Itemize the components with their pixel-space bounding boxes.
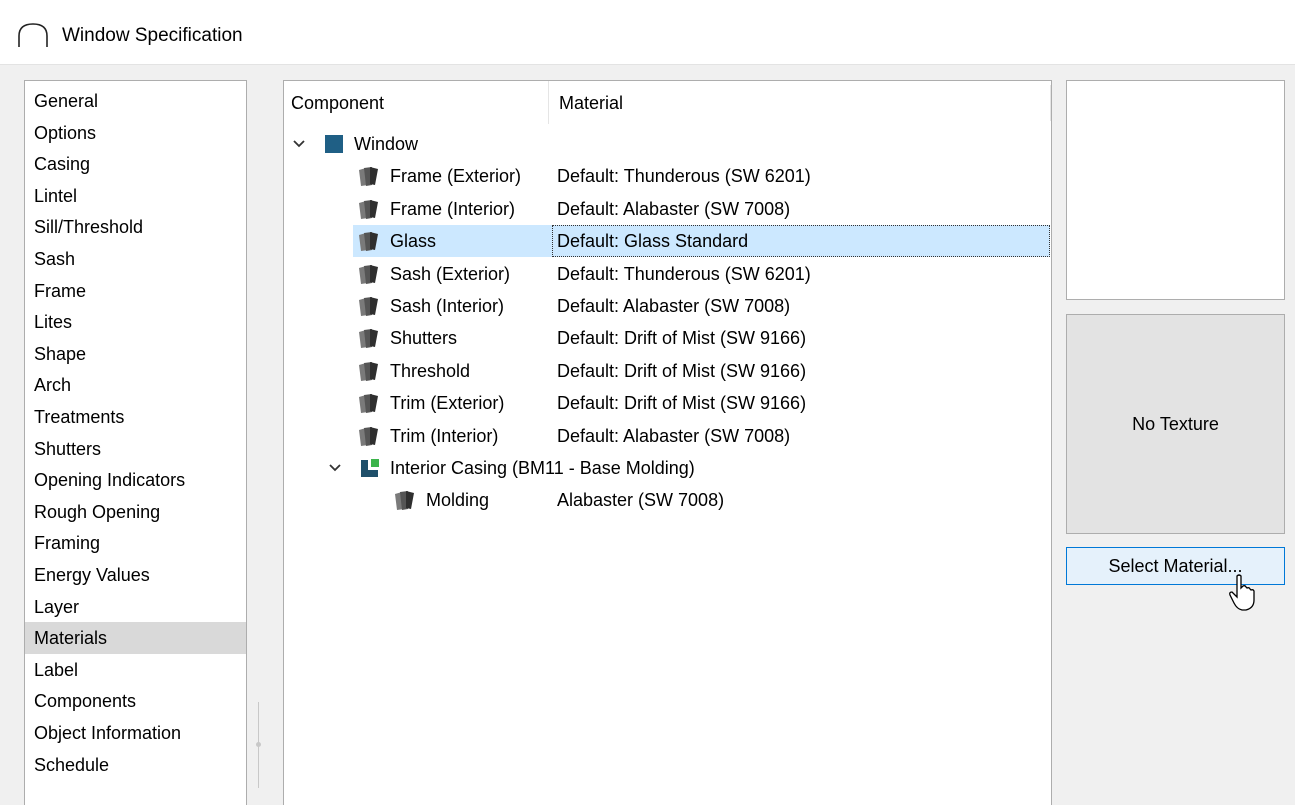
category-sash[interactable]: Sash — [25, 243, 246, 275]
category-options[interactable]: Options — [25, 117, 246, 149]
category-opening-indicators[interactable]: Opening Indicators — [25, 464, 246, 496]
material-name: Default: Thunderous (SW 6201) — [557, 166, 811, 187]
material-name: Default: Alabaster (SW 7008) — [557, 425, 791, 446]
category-casing[interactable]: Casing — [25, 148, 246, 180]
material-name: Alabaster (SW 7008) — [557, 490, 725, 511]
material-swatch-icon — [359, 426, 378, 446]
component-name: Molding — [426, 490, 490, 511]
tree-row[interactable]: Sash (Exterior) Default: Thunderous (SW 6… — [284, 258, 1051, 290]
chevron-down-icon[interactable] — [289, 134, 309, 154]
tree-row[interactable]: Glass Default: Glass Standard — [284, 225, 1051, 258]
component-name: Glass — [390, 231, 437, 252]
category-object-information[interactable]: Object Information — [25, 717, 246, 749]
category-shape[interactable]: Shape — [25, 338, 246, 370]
category-components[interactable]: Components — [25, 685, 246, 717]
chevron-down-icon[interactable] — [325, 458, 345, 478]
column-header-component[interactable]: Component — [284, 81, 549, 124]
category-list[interactable]: General Options Casing Lintel Sill/Threshold… — [24, 80, 247, 805]
component-name: Sash (Interior) — [390, 296, 505, 316]
window-icon — [325, 135, 343, 153]
header-divider — [1050, 85, 1051, 121]
mouse-cursor-icon — [1229, 574, 1255, 611]
materials-tree[interactable]: Component Material Window Frame (Exterior… — [283, 80, 1052, 805]
material-swatch-icon — [359, 167, 378, 187]
category-materials[interactable]: Materials — [25, 622, 246, 655]
column-header-material[interactable]: Material — [550, 81, 1050, 124]
material-swatch-icon — [359, 199, 378, 219]
category-shutters[interactable]: Shutters — [25, 433, 246, 465]
material-swatch-icon — [395, 491, 414, 511]
category-general[interactable]: General — [25, 85, 246, 117]
material-swatch-icon — [359, 329, 378, 349]
category-arch[interactable]: Arch — [25, 369, 246, 401]
tree-row[interactable]: Trim (Exterior) Default: Drift of Mist (S… — [284, 387, 1051, 419]
material-swatch-icon — [359, 264, 378, 284]
material-name: Default: Alabaster (SW 7008) — [557, 296, 791, 316]
window-title: Window Specification — [62, 25, 243, 46]
material-swatch-icon — [359, 297, 378, 316]
category-sill-threshold[interactable]: Sill/Threshold — [25, 211, 246, 243]
component-name: Window — [354, 134, 419, 154]
tree-row[interactable]: Shutters Default: Drift of Mist (SW 9166) — [284, 322, 1051, 354]
category-lintel[interactable]: Lintel — [25, 180, 246, 212]
component-name: Threshold — [390, 360, 471, 381]
tree-group-row[interactable]: Window — [284, 128, 1051, 160]
category-layer[interactable]: Layer — [25, 591, 246, 623]
category-treatments[interactable]: Treatments — [25, 401, 246, 433]
tree-group-row[interactable]: Interior Casing (BM11 - Base Molding) — [284, 452, 1051, 484]
material-name: Default: Drift of Mist (SW 9166) — [557, 393, 807, 414]
splitter-handle[interactable] — [256, 702, 261, 788]
tree-row[interactable]: Trim (Interior) Default: Alabaster (SW 70… — [284, 420, 1051, 452]
category-frame[interactable]: Frame — [25, 275, 246, 307]
material-name: Default: Drift of Mist (SW 9166) — [557, 328, 807, 349]
component-name: Frame (Interior) — [390, 198, 516, 219]
material-swatch-icon — [359, 232, 378, 252]
title-bar: Window Specification — [0, 0, 1295, 65]
arch-window-icon — [18, 23, 48, 47]
tree-row[interactable]: Threshold Default: Drift of Mist (SW 9166… — [284, 355, 1051, 387]
material-swatch-icon — [359, 394, 378, 414]
material-preview-swatch — [1066, 80, 1285, 300]
component-name: Shutters — [390, 328, 458, 349]
category-energy-values[interactable]: Energy Values — [25, 559, 246, 591]
category-label[interactable]: Label — [25, 654, 246, 686]
component-name: Frame (Exterior) — [390, 166, 522, 187]
tree-row[interactable]: Sash (Interior) Default: Alabaster (SW 70… — [284, 290, 1051, 322]
tree-row[interactable]: Frame (Exterior) Default: Thunderous (SW … — [284, 160, 1051, 192]
component-name: Trim (Interior) — [390, 425, 499, 446]
component-name: Trim (Exterior) — [390, 393, 505, 414]
component-name: Interior Casing (BM11 - Base Molding) — [390, 458, 695, 478]
material-swatch-icon — [359, 361, 378, 381]
tree-row[interactable]: Molding Alabaster (SW 7008) — [284, 484, 1051, 516]
molding-group-icon — [361, 459, 379, 477]
tree-row[interactable]: Frame (Interior) Default: Alabaster (SW 7… — [284, 193, 1051, 225]
category-framing[interactable]: Framing — [25, 527, 246, 559]
category-lites[interactable]: Lites — [25, 306, 246, 338]
no-texture-label: No Texture — [1132, 413, 1219, 434]
category-rough-opening[interactable]: Rough Opening — [25, 496, 246, 528]
texture-preview: No Texture — [1066, 314, 1285, 534]
material-name: Default: Alabaster (SW 7008) — [557, 198, 791, 219]
material-name: Default: Thunderous (SW 6201) — [557, 263, 811, 284]
category-schedule[interactable]: Schedule — [25, 749, 246, 781]
material-name: Default: Drift of Mist (SW 9166) — [557, 360, 807, 381]
material-name: Default: Glass Standard — [557, 231, 749, 252]
component-name: Sash (Exterior) — [390, 263, 511, 284]
